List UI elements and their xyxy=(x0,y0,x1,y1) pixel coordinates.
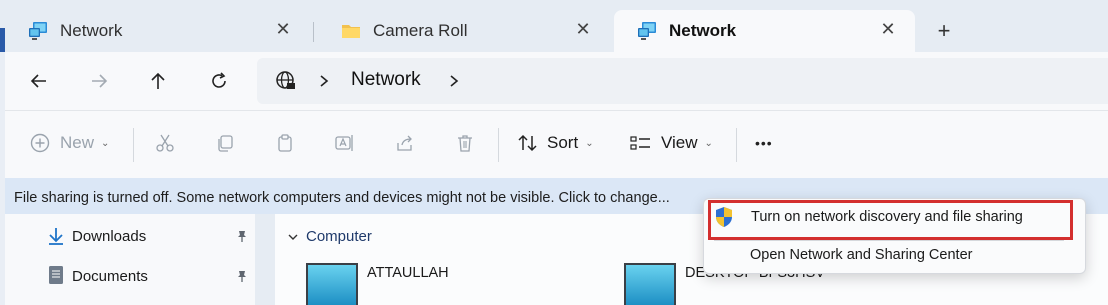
toolbar-divider xyxy=(736,128,737,162)
chevron-down-icon xyxy=(288,234,298,240)
folder-icon xyxy=(342,25,360,38)
command-bar: New ⌄ Sort ⌄ View ⌄ ••• xyxy=(5,110,1108,178)
menu-item-label: Turn on network discovery and file shari… xyxy=(751,209,1023,225)
tab-title: Camera Roll xyxy=(373,21,468,40)
toolbar-divider xyxy=(498,128,499,162)
navigation-pane: Downloads Documents xyxy=(5,214,255,305)
sort-label: Sort xyxy=(547,133,579,152)
close-tab-icon[interactable]: ✕ xyxy=(274,20,292,38)
chevron-right-icon[interactable] xyxy=(317,74,331,88)
close-tab-icon[interactable]: ✕ xyxy=(879,20,897,38)
rename-icon xyxy=(335,135,353,151)
nav-item-documents[interactable]: Documents xyxy=(72,264,148,288)
refresh-button[interactable] xyxy=(207,69,231,93)
group-label: Computer xyxy=(306,228,372,245)
tab-strip: Network ✕ Camera Roll ✕ Network ✕ + xyxy=(0,0,1108,52)
arrow-right-icon xyxy=(92,74,108,88)
pin-icon[interactable] xyxy=(235,269,249,283)
sort-button[interactable]: Sort ⌄ xyxy=(517,129,594,157)
arrow-left-icon xyxy=(30,74,46,88)
sort-icon xyxy=(518,134,537,152)
menu-item-turn-on-discovery[interactable]: Turn on network discovery and file shari… xyxy=(704,202,1085,232)
close-tab-icon[interactable]: ✕ xyxy=(574,20,592,38)
download-icon xyxy=(49,228,63,245)
tab-title: Network xyxy=(60,21,123,40)
view-list-icon xyxy=(630,136,650,150)
nav-item-downloads[interactable]: Downloads xyxy=(72,224,146,248)
pane-splitter[interactable] xyxy=(255,214,275,305)
refresh-icon xyxy=(212,72,226,88)
copy-icon xyxy=(218,135,233,152)
infobar-context-menu: Turn on network discovery and file shari… xyxy=(703,198,1086,274)
group-header-computer[interactable]: Computer xyxy=(287,228,372,245)
network-icon xyxy=(638,22,656,40)
arrow-up-icon xyxy=(151,72,165,89)
tab-camera-roll[interactable]: Camera Roll ✕ xyxy=(318,10,610,52)
delete-button[interactable] xyxy=(455,129,475,157)
forward-button[interactable] xyxy=(87,69,111,93)
share-icon xyxy=(397,135,412,151)
pin-icon[interactable] xyxy=(235,229,249,243)
computer-item[interactable]: ATTAULLAH xyxy=(305,261,605,305)
cut-button[interactable] xyxy=(155,129,175,157)
view-button[interactable]: View ⌄ xyxy=(630,129,713,157)
paste-button[interactable] xyxy=(275,129,295,157)
tab-network-active[interactable]: Network ✕ xyxy=(614,10,915,52)
address-bar[interactable]: Network xyxy=(257,58,1108,104)
breadcrumb-network[interactable]: Network xyxy=(351,69,421,91)
tab-title: Network xyxy=(669,21,737,40)
computer-name: ATTAULLAH xyxy=(367,265,449,281)
network-icon xyxy=(29,22,47,40)
more-options-button[interactable]: ••• xyxy=(755,129,773,157)
rename-button[interactable] xyxy=(334,129,356,157)
up-button[interactable] xyxy=(146,69,170,93)
tab-network-1[interactable]: Network ✕ xyxy=(5,10,310,52)
copy-button[interactable] xyxy=(215,129,235,157)
chevron-right-icon[interactable] xyxy=(447,74,461,88)
trash-icon xyxy=(458,135,472,152)
new-tab-button[interactable]: + xyxy=(932,20,956,44)
view-label: View xyxy=(661,133,698,152)
scissors-icon xyxy=(156,134,174,152)
menu-item-open-sharing-center[interactable]: Open Network and Sharing Center xyxy=(704,240,1085,270)
computer-icon xyxy=(624,263,676,305)
uac-shield-icon xyxy=(716,207,732,227)
documents-icon xyxy=(49,266,63,284)
computer-icon xyxy=(306,263,358,305)
chevron-down-icon: ⌄ xyxy=(101,137,110,149)
share-button[interactable] xyxy=(395,129,415,157)
menu-item-label: Open Network and Sharing Center xyxy=(750,247,973,263)
chevron-down-icon: ⌄ xyxy=(585,137,594,149)
tab-divider xyxy=(313,22,314,42)
back-button[interactable] xyxy=(27,69,51,93)
chevron-down-icon: ⌄ xyxy=(704,137,713,149)
toolbar-divider xyxy=(133,128,134,162)
new-button[interactable]: New ⌄ xyxy=(30,129,109,157)
new-label: New xyxy=(60,133,95,152)
address-row: Network xyxy=(5,52,1108,110)
clipboard-icon xyxy=(278,134,292,152)
plus-circle-icon xyxy=(30,133,50,153)
globe-icon xyxy=(276,71,295,89)
